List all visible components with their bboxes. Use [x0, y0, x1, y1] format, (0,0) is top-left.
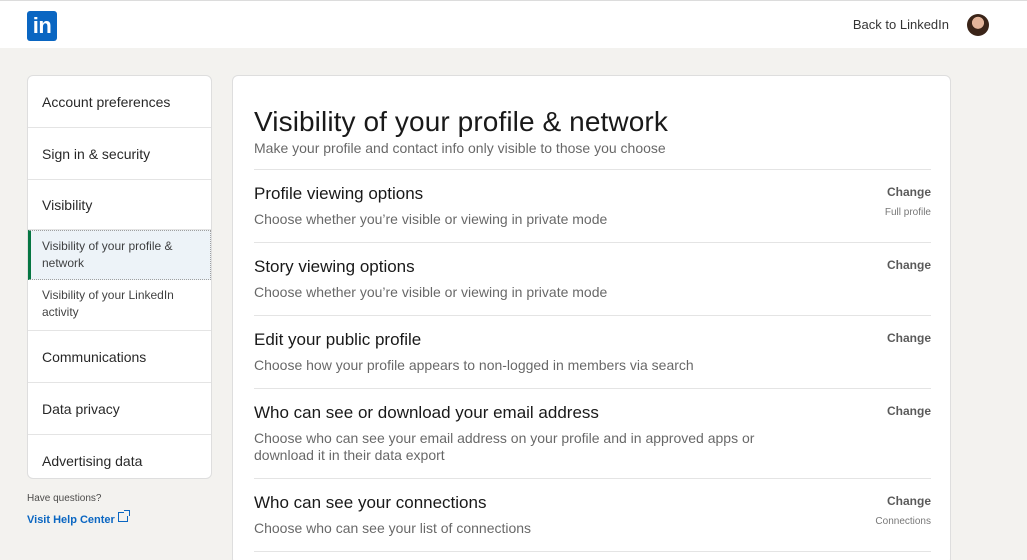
change-button[interactable]: Change [887, 185, 931, 199]
avatar[interactable] [967, 14, 989, 36]
sidebar-item-communications[interactable]: Communications [28, 331, 211, 383]
sidebar-item-sign-in-security[interactable]: Sign in & security [28, 128, 211, 180]
sidebar-subitem-profile-network[interactable]: Visibility of your profile & network [28, 230, 211, 280]
setting-title: Edit your public profile [254, 330, 422, 349]
settings-list: Profile viewing options Choose whether y… [254, 169, 931, 560]
sidebar-item-advertising-data[interactable]: Advertising data [28, 435, 211, 478]
setting-title: Story viewing options [254, 257, 415, 276]
setting-description: Choose who can see your list of connecti… [254, 520, 532, 536]
external-link-icon [117, 510, 130, 522]
change-button[interactable]: Change [887, 331, 931, 345]
setting-title: Who can see your connections [254, 493, 487, 512]
setting-row-public-profile[interactable]: Edit your public profile Choose how your… [254, 315, 931, 388]
setting-row-story-viewing[interactable]: Story viewing options Choose whether you… [254, 242, 931, 315]
change-button[interactable]: Change [887, 404, 931, 418]
setting-current-value: Connections [875, 516, 931, 527]
help-center-link[interactable]: Visit Help Center [27, 510, 130, 526]
divider [254, 551, 931, 560]
setting-description: Choose how your profile appears to non-l… [254, 357, 694, 373]
sidebar-subitem-linkedin-activity[interactable]: Visibility of your LinkedIn activity [28, 280, 211, 328]
help-question-text: Have questions? [27, 493, 102, 504]
settings-sidebar: Account preferences Sign in & security V… [27, 75, 212, 479]
sidebar-item-visibility[interactable]: Visibility [28, 180, 211, 230]
setting-current-value: Full profile [884, 207, 931, 218]
top-bar: in Back to LinkedIn [0, 0, 1027, 48]
settings-panel: Visibility of your profile & network Mak… [232, 75, 951, 560]
setting-description: Choose whether you’re visible or viewing… [254, 211, 608, 227]
setting-row-email-address[interactable]: Who can see or download your email addre… [254, 388, 931, 478]
sidebar-item-account-preferences[interactable]: Account preferences [28, 76, 211, 128]
setting-row-profile-viewing[interactable]: Profile viewing options Choose whether y… [254, 169, 931, 242]
setting-title: Profile viewing options [254, 184, 424, 203]
panel-header: Visibility of your profile & network Mak… [254, 106, 931, 156]
visibility-submenu: Visibility of your profile & network Vis… [28, 230, 211, 331]
sidebar-item-data-privacy[interactable]: Data privacy [28, 383, 211, 435]
setting-title: Who can see or download your email addre… [254, 403, 599, 422]
back-to-linkedin-link[interactable]: Back to LinkedIn [853, 17, 949, 32]
help-center-label: Visit Help Center [27, 514, 115, 526]
setting-description: Choose whether you’re visible or viewing… [254, 284, 608, 300]
change-button[interactable]: Change [887, 494, 931, 508]
page-title: Visibility of your profile & network [254, 106, 668, 137]
setting-row-connections[interactable]: Who can see your connections Choose who … [254, 478, 931, 551]
page-subtitle: Make your profile and contact info only … [254, 140, 666, 156]
linkedin-logo-icon[interactable]: in [27, 11, 57, 41]
setting-description: Choose who can see your email address on… [254, 430, 755, 463]
change-button[interactable]: Change [887, 258, 931, 272]
